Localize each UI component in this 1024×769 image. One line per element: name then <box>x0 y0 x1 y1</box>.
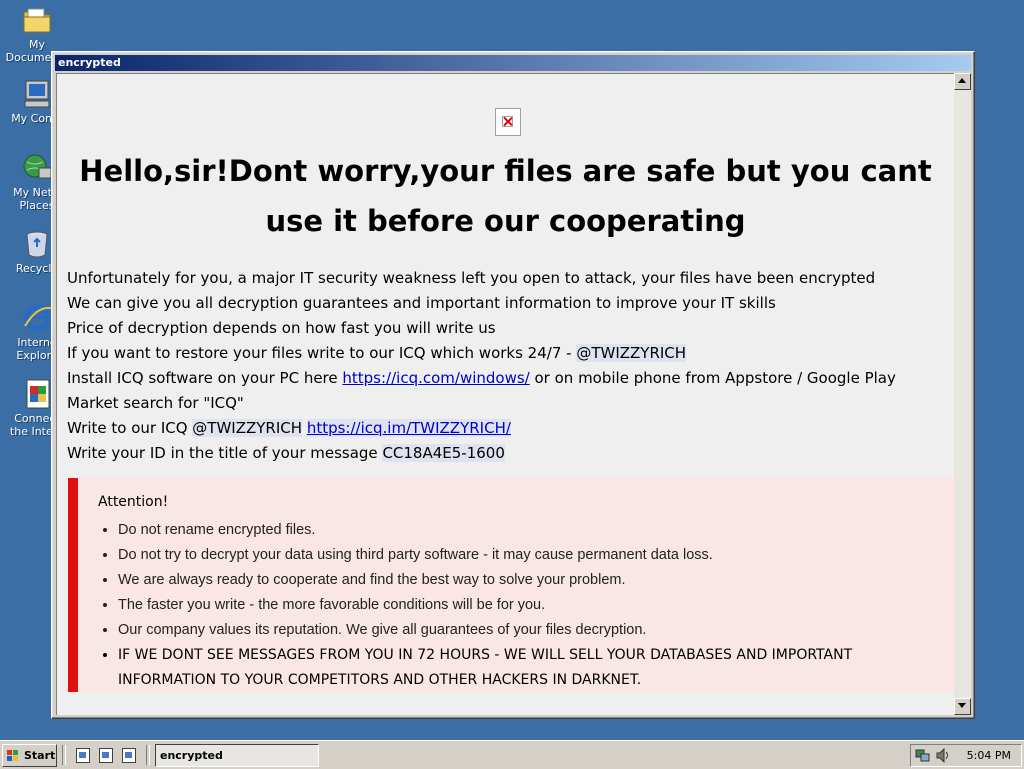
window-titlebar[interactable]: encrypted <box>55 55 971 71</box>
my-computer-icon <box>21 78 53 110</box>
attention-item-warning: IF WE DONT SEE MESSAGES FROM YOU IN 72 H… <box>118 643 948 693</box>
volume-tray-icon[interactable] <box>935 748 951 763</box>
taskbar-separator <box>146 745 150 765</box>
taskbar: Start encrypted 5:04 PM <box>0 740 1024 769</box>
scroll-up-button[interactable] <box>954 73 971 90</box>
attention-item: Do not rename encrypted files. <box>118 518 948 543</box>
icq-handle: @TWIZZYRICH <box>576 344 687 362</box>
window-title: encrypted <box>58 56 121 69</box>
icq-handle: @TWIZZYRICH <box>192 419 303 437</box>
note-content: Hello,sir!Dont worry,your files are safe… <box>56 73 954 715</box>
message-text: If you want to restore your files write … <box>67 344 577 362</box>
headline: Hello,sir!Dont worry,your files are safe… <box>79 154 932 238</box>
message-body: Unfortunately for you, a major IT securi… <box>67 266 937 466</box>
icq-download-link[interactable]: https://icq.com/windows/ <box>342 369 529 387</box>
message-line: If you want to restore your files write … <box>67 341 937 366</box>
attention-box: Attention! Do not rename encrypted files… <box>68 478 954 692</box>
arrow-up-icon <box>958 78 966 83</box>
system-tray: 5:04 PM <box>910 744 1022 767</box>
clock[interactable]: 5:04 PM <box>967 749 1011 762</box>
ransom-note-window[interactable]: encrypted Hello,sir!Dont worry,your file… <box>51 51 975 719</box>
windows-flag-icon <box>7 750 18 761</box>
quicklaunch-outlook-icon[interactable] <box>120 747 136 763</box>
my-documents-icon <box>21 4 53 36</box>
arrow-down-icon <box>958 703 966 708</box>
recycle-bin-icon <box>21 228 53 260</box>
broken-image-icon <box>495 108 521 136</box>
message-text: Write your ID in the title of your messa… <box>67 444 383 462</box>
message-line: Install ICQ software on your PC here htt… <box>67 366 937 416</box>
icq-chat-link[interactable]: https://icq.im/TWIZZYRICH/ <box>306 419 511 437</box>
message-line: Unfortunately for you, a major IT securi… <box>67 269 876 287</box>
message-text: Write to our ICQ <box>67 419 193 437</box>
attention-list: Do not rename encrypted files. Do not tr… <box>98 518 948 693</box>
attention-item: We are always ready to cooperate and fin… <box>118 568 948 593</box>
taskbar-separator <box>62 745 66 765</box>
vertical-scrollbar[interactable] <box>954 73 971 715</box>
start-button[interactable]: Start <box>2 744 57 767</box>
quicklaunch-show-desktop-icon[interactable] <box>74 747 90 763</box>
network-places-icon <box>21 152 53 184</box>
internet-explorer-icon <box>21 302 53 334</box>
quicklaunch-internet-explorer-icon[interactable] <box>97 747 113 763</box>
message-text: Install ICQ software on your PC here <box>67 369 343 387</box>
attention-title: Attention! <box>98 494 169 510</box>
message-line: We can give you all decryption guarantee… <box>67 294 776 312</box>
message-line: Write your ID in the title of your messa… <box>67 441 937 466</box>
attention-item: Our company values its reputation. We gi… <box>118 618 948 643</box>
scroll-down-button[interactable] <box>954 698 971 715</box>
connect-internet-icon <box>21 378 53 410</box>
network-tray-icon[interactable] <box>915 748 931 763</box>
message-line: Write to our ICQ @TWIZZYRICH https://icq… <box>67 416 937 441</box>
start-label: Start <box>24 749 56 762</box>
attention-item: The faster you write - the more favorabl… <box>118 593 948 618</box>
attention-item: Do not try to decrypt your data using th… <box>118 543 948 568</box>
victim-id: CC18A4E5-1600 <box>382 444 505 462</box>
taskbar-window-button[interactable]: encrypted <box>155 744 319 767</box>
message-line: Price of decryption depends on how fast … <box>67 319 496 337</box>
